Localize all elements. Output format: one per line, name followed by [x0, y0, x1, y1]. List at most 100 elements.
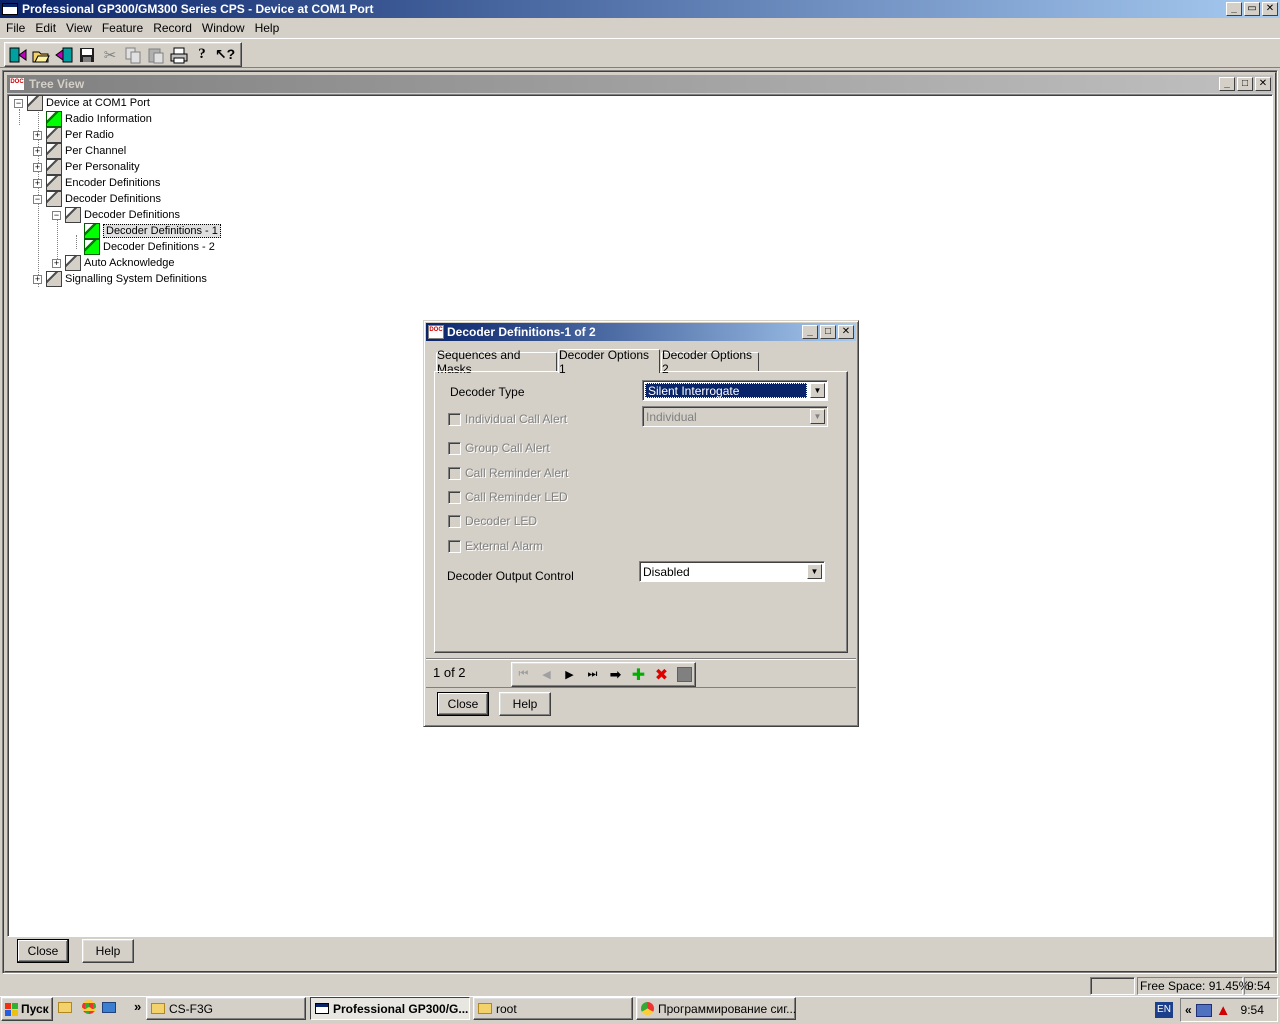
- goto-record-icon[interactable]: ➡: [605, 664, 626, 685]
- expand-icon[interactable]: +: [52, 258, 61, 268]
- dialog-help-button[interactable]: Help: [499, 692, 551, 716]
- tree-item-decoder-definitions-1[interactable]: Decoder Definitions - 1: [84, 223, 221, 239]
- menu-view[interactable]: View: [61, 19, 97, 37]
- tree-item-decoder-definitions-sub[interactable]: − Decoder Definitions: [52, 207, 180, 223]
- tree-item-label: Per Channel: [65, 145, 127, 157]
- quick-launch-chevron[interactable]: »: [134, 999, 141, 1014]
- free-space-status: Free Space: 91.45%: [1137, 977, 1249, 995]
- tree-item-auto-acknowledge[interactable]: + Auto Acknowledge: [52, 255, 175, 271]
- decoder-type-select[interactable]: Silent Interrogate ▼: [642, 380, 828, 401]
- folder-icon[interactable]: [58, 1001, 72, 1013]
- tree-item-encoder-definitions[interactable]: + Encoder Definitions: [33, 175, 160, 191]
- paste-icon[interactable]: [145, 44, 167, 66]
- tree-item-decoder-definitions[interactable]: − Decoder Definitions: [33, 191, 161, 207]
- save-icon[interactable]: [76, 44, 98, 66]
- task-cs-f3g[interactable]: CS-F3G: [146, 997, 306, 1020]
- tree-item-per-personality[interactable]: + Per Personality: [33, 159, 140, 175]
- tree-item-device[interactable]: − Device at COM1 Port: [14, 95, 150, 111]
- close-button[interactable]: ✕: [1262, 2, 1278, 16]
- read-radio-icon[interactable]: [7, 44, 29, 66]
- chrome-icon[interactable]: [82, 1000, 96, 1014]
- group-call-alert-checkbox[interactable]: [448, 442, 461, 455]
- task-root[interactable]: root: [473, 997, 633, 1020]
- task-label: Professional GP300/G...: [333, 1001, 469, 1016]
- expand-icon[interactable]: +: [33, 162, 42, 172]
- status-bar: Free Space: 91.45% 9:54: [0, 976, 1280, 996]
- minimize-button[interactable]: _: [1226, 2, 1242, 16]
- add-record-icon[interactable]: ✚: [628, 664, 649, 685]
- expand-icon[interactable]: +: [33, 178, 42, 188]
- tree-minimize-button[interactable]: _: [1219, 77, 1235, 91]
- chevron-down-icon[interactable]: ▼: [810, 409, 825, 424]
- previous-record-icon[interactable]: ◀: [536, 664, 557, 685]
- decoder-output-select[interactable]: Disabled ▼: [639, 561, 825, 582]
- cut-icon[interactable]: ✂: [99, 44, 121, 66]
- tree-close-action-button[interactable]: Close: [17, 939, 69, 963]
- tree-view-title-bar[interactable]: DOC Tree View _ □ ✕: [7, 75, 1273, 93]
- app-title-bar[interactable]: Professional GP300/GM300 Series CPS - De…: [0, 0, 1280, 18]
- tab-decoder-options-2[interactable]: Decoder Options 2: [661, 348, 759, 376]
- open-icon[interactable]: [30, 44, 52, 66]
- menu-edit[interactable]: Edit: [30, 19, 61, 37]
- decoder-dialog-title-bar[interactable]: DOC Decoder Definitions-1 of 2 _ □ ✕: [426, 323, 856, 341]
- dialog-close-button[interactable]: ✕: [838, 325, 854, 339]
- collapse-icon[interactable]: −: [33, 194, 42, 204]
- dialog-close-action-button[interactable]: Close: [437, 692, 489, 716]
- decoder-led-checkbox[interactable]: [448, 515, 461, 528]
- tree-item-per-channel[interactable]: + Per Channel: [33, 143, 126, 159]
- tree-item-radio-information[interactable]: Radio Information: [46, 111, 152, 127]
- individual-call-alert-checkbox[interactable]: [448, 413, 461, 426]
- tab-decoder-options-1[interactable]: Decoder Options 1: [558, 348, 660, 376]
- chevron-down-icon[interactable]: ▼: [807, 564, 822, 579]
- first-record-icon[interactable]: ⏮: [513, 664, 534, 685]
- tree-help-button[interactable]: Help: [82, 939, 134, 963]
- network-icon[interactable]: [1195, 1003, 1212, 1017]
- copy-icon[interactable]: [122, 44, 144, 66]
- chevron-down-icon[interactable]: ▼: [810, 383, 825, 398]
- stop-icon[interactable]: [674, 664, 695, 685]
- print-icon[interactable]: [168, 44, 190, 66]
- expand-icon[interactable]: +: [33, 146, 42, 156]
- desktop-icon[interactable]: [102, 1001, 116, 1013]
- tree-maximize-button[interactable]: □: [1237, 77, 1253, 91]
- tab-sequences-and-masks[interactable]: Sequences and Masks: [436, 348, 557, 376]
- tree-node-icon: [46, 127, 62, 143]
- expand-icon[interactable]: +: [33, 130, 42, 140]
- status-pane-empty: [1090, 977, 1135, 995]
- tree-item-decoder-definitions-2[interactable]: Decoder Definitions - 2: [84, 239, 215, 255]
- context-help-icon[interactable]: ↖?: [214, 44, 236, 66]
- decoder-led-label: Decoder LED: [465, 514, 538, 528]
- write-radio-icon[interactable]: [53, 44, 75, 66]
- next-record-icon[interactable]: ▶: [559, 664, 580, 685]
- delete-record-icon[interactable]: ✖: [651, 664, 672, 685]
- menu-help[interactable]: Help: [250, 19, 285, 37]
- tree-item-signalling-system[interactable]: + Signalling System Definitions: [33, 271, 207, 287]
- task-professional-cps[interactable]: Professional GP300/G...: [310, 997, 470, 1020]
- tree-view-title: Tree View: [29, 77, 85, 91]
- menu-record[interactable]: Record: [148, 19, 197, 37]
- last-record-icon[interactable]: ⏭: [582, 664, 603, 685]
- call-reminder-alert-checkbox[interactable]: [448, 467, 461, 480]
- task-chrome[interactable]: Программирование сиг...: [636, 997, 796, 1020]
- individual-select[interactable]: Individual ▼: [642, 406, 828, 427]
- external-alarm-checkbox[interactable]: [448, 540, 461, 553]
- collapse-icon[interactable]: −: [14, 98, 23, 108]
- menu-window[interactable]: Window: [197, 19, 250, 37]
- help-icon[interactable]: ?: [191, 44, 213, 66]
- tree-leaf-icon: [46, 111, 62, 127]
- collapse-icon[interactable]: −: [52, 210, 61, 220]
- expand-icon[interactable]: +: [33, 274, 42, 284]
- dialog-maximize-button[interactable]: □: [820, 325, 836, 339]
- tree-item-per-radio[interactable]: + Per Radio: [33, 127, 114, 143]
- restore-button[interactable]: ▭: [1244, 2, 1260, 16]
- decoder-dialog-title: Decoder Definitions-1 of 2: [447, 325, 596, 339]
- tray-chevron[interactable]: «: [1185, 1003, 1192, 1017]
- start-button[interactable]: Пуск: [1, 997, 53, 1021]
- menu-file[interactable]: File: [1, 19, 30, 37]
- tree-close-button[interactable]: ✕: [1255, 77, 1271, 91]
- dialog-minimize-button[interactable]: _: [802, 325, 818, 339]
- call-reminder-led-checkbox[interactable]: [448, 491, 461, 504]
- warning-icon[interactable]: ▲: [1216, 1003, 1231, 1018]
- lang-indicator[interactable]: EN: [1155, 1002, 1173, 1018]
- menu-feature[interactable]: Feature: [97, 19, 148, 37]
